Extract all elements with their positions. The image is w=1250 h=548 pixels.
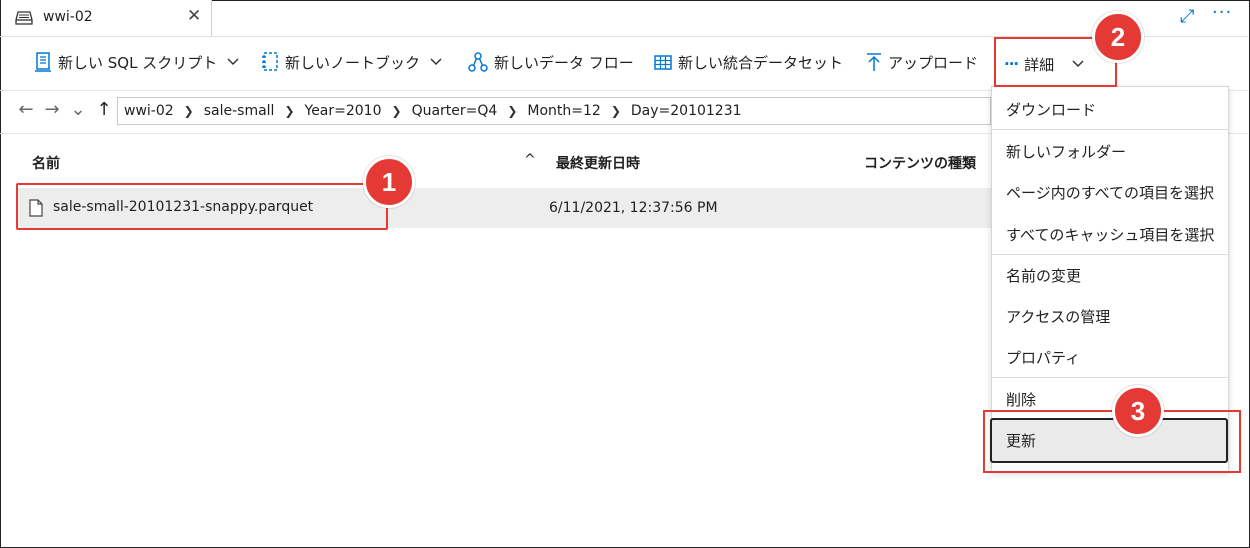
expand-icon[interactable]: ⤢ [1180,6,1194,27]
menu-item-select-all-page[interactable]: ページ内のすべての項目を選択 [992,172,1228,212]
breadcrumb-item[interactable]: Year=2010 [305,103,382,119]
breadcrumb-item[interactable]: Quarter=Q4 [412,103,498,119]
breadcrumb-item[interactable]: Month=12 [527,103,600,119]
notebook-icon [262,52,278,71]
chevron-down-icon [227,58,239,66]
menu-divider [992,377,1228,378]
breadcrumb-item[interactable]: Day=20101231 [631,103,742,119]
column-header-type[interactable]: コンテンツの種類 [864,153,976,173]
back-arrow-icon[interactable]: ← [16,99,36,120]
data-flow-icon [468,52,488,72]
tab-title: wwi-02 [43,9,93,25]
column-header-modified[interactable]: 最終更新日時 [556,153,640,173]
menu-item-select-all-cache[interactable]: すべてのキャッシュ項目を選択 [992,214,1228,254]
storage-icon [15,11,33,25]
chevron-right-icon: ❯ [507,104,518,118]
new-sql-script-button[interactable]: 新しい SQL スクリプト [34,48,245,76]
forward-arrow-icon[interactable]: → [42,99,62,120]
callout-badge-3: 3 [1112,385,1164,437]
close-icon[interactable]: ✕ [187,6,201,26]
tab-wwi-02[interactable]: wwi-02 ✕ [1,0,212,36]
history-chevron-icon[interactable]: ⌄ [68,99,88,120]
breadcrumb-item[interactable]: sale-small [204,103,275,119]
sql-script-icon [35,52,51,72]
breadcrumb-item[interactable]: wwi-02 [124,103,174,119]
breadcrumb[interactable]: wwi-02 ❯ sale-small ❯ Year=2010 ❯ Quarter=Q… [117,97,991,125]
tab-bar: wwi-02 ✕ ⤢ ··· [0,0,1248,37]
column-header-name[interactable]: 名前 [32,153,60,173]
more-options-icon[interactable]: ··· [1212,2,1232,23]
menu-item-properties[interactable]: プロパティ [992,337,1228,377]
upload-icon [867,53,881,71]
new-data-flow-label: 新しいデータ フロー [494,53,634,72]
callout-badge-1: 1 [363,156,415,208]
new-integration-dataset-button[interactable]: 新しい統合データセット [654,48,843,76]
menu-item-manage-access[interactable]: アクセスの管理 [992,296,1228,336]
file-modified-date: 6/11/2021, 12:37:56 PM [549,200,718,216]
upload-label: アップロード [888,53,979,72]
new-sql-script-label: 新しい SQL スクリプト [58,53,218,72]
callout-highlight-1 [16,183,388,230]
chevron-right-icon: ❯ [391,104,402,118]
new-notebook-button[interactable]: 新しいノートブック [261,48,448,76]
new-integration-dataset-label: 新しい統合データセット [678,53,844,72]
dataset-table-icon [654,55,672,70]
new-notebook-label: 新しいノートブック [285,53,421,72]
sort-ascending-icon[interactable]: ^ [524,152,536,168]
menu-item-new-folder[interactable]: 新しいフォルダー [992,131,1228,171]
upload-button[interactable]: アップロード [866,48,978,76]
chevron-down-icon [430,58,442,66]
up-arrow-icon[interactable]: ↑ [94,99,114,120]
chevron-right-icon: ❯ [610,104,621,118]
chevron-right-icon: ❯ [284,104,295,118]
callout-badge-2: 2 [1092,11,1144,63]
callout-highlight-3 [983,410,1241,473]
new-data-flow-button[interactable]: 新しいデータ フロー [468,48,634,76]
menu-item-download[interactable]: ダウンロード [992,89,1228,129]
chevron-right-icon: ❯ [183,104,194,118]
menu-item-rename[interactable]: 名前の変更 [992,255,1228,295]
menu-divider [992,129,1228,130]
file-list-header: 名前 ^ 最終更新日時 コンテンツの種類 [0,140,990,184]
